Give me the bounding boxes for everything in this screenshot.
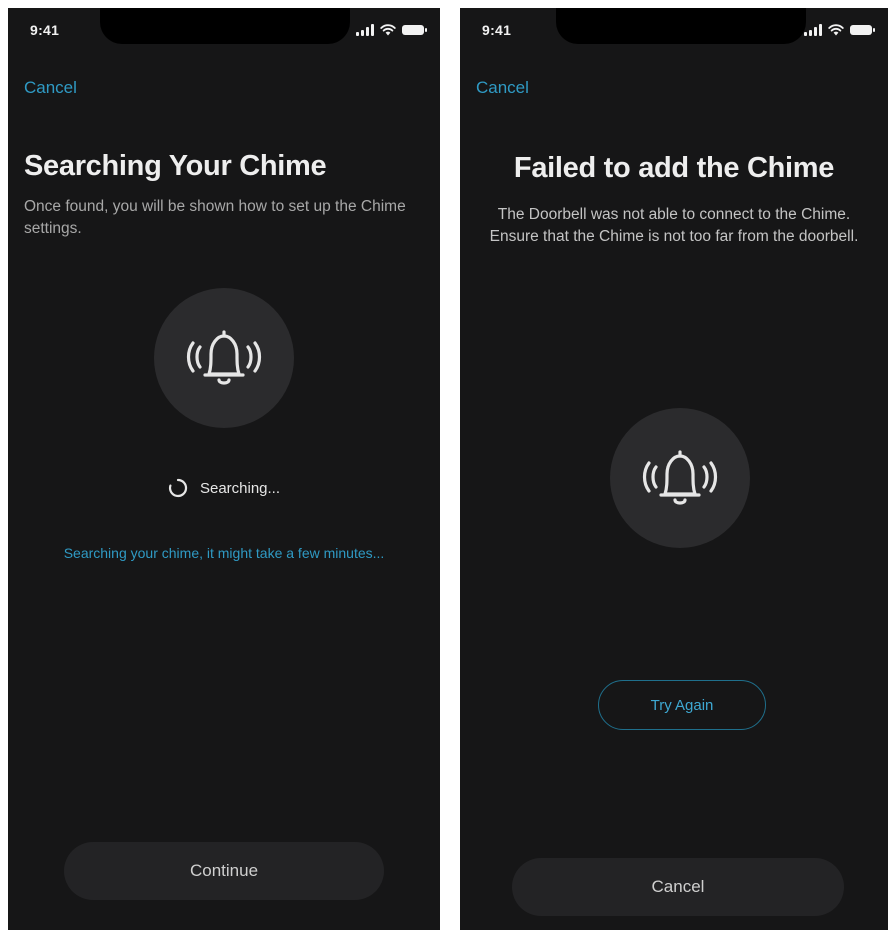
cancel-link[interactable]: Cancel xyxy=(476,78,529,98)
cellular-signal-icon xyxy=(804,24,822,36)
battery-icon xyxy=(850,25,875,35)
cancel-button[interactable]: Cancel xyxy=(512,858,844,916)
searching-hint: Searching your chime, it might take a fe… xyxy=(63,545,385,561)
bell-ringing-icon xyxy=(642,450,718,505)
status-icons xyxy=(804,22,875,38)
device-notch xyxy=(100,8,350,44)
continue-button[interactable]: Continue xyxy=(64,842,384,900)
searching-screen: 9:41 Cancel Searching Your Chime Once fo… xyxy=(8,8,440,930)
searching-status: Searching... xyxy=(8,478,440,498)
canvas: 9:41 Cancel Searching Your Chime Once fo… xyxy=(0,0,890,932)
wifi-icon xyxy=(380,24,396,36)
page-title: Failed to add the Chime xyxy=(513,152,835,184)
page-description: Once found, you will be shown how to set… xyxy=(24,198,406,237)
status-time: 9:41 xyxy=(482,22,512,38)
try-again-button[interactable]: Try Again xyxy=(598,680,766,730)
battery-icon xyxy=(402,25,427,35)
error-description: The Doorbell was not able to connect to … xyxy=(489,206,859,245)
bell-circle xyxy=(610,408,750,548)
cancel-link[interactable]: Cancel xyxy=(24,78,77,98)
failed-screen: 9:41 Cancel Failed to add the Chime The … xyxy=(460,8,888,930)
wifi-icon xyxy=(828,24,844,36)
status-time: 9:41 xyxy=(30,22,60,38)
cellular-signal-icon xyxy=(356,24,374,36)
status-icons xyxy=(356,22,427,38)
loading-spinner-icon xyxy=(168,478,188,498)
bell-ringing-icon xyxy=(186,330,262,385)
searching-label: Searching... xyxy=(199,479,281,497)
device-notch xyxy=(556,8,806,44)
page-title: Searching Your Chime xyxy=(24,150,327,182)
bell-circle xyxy=(154,288,294,428)
